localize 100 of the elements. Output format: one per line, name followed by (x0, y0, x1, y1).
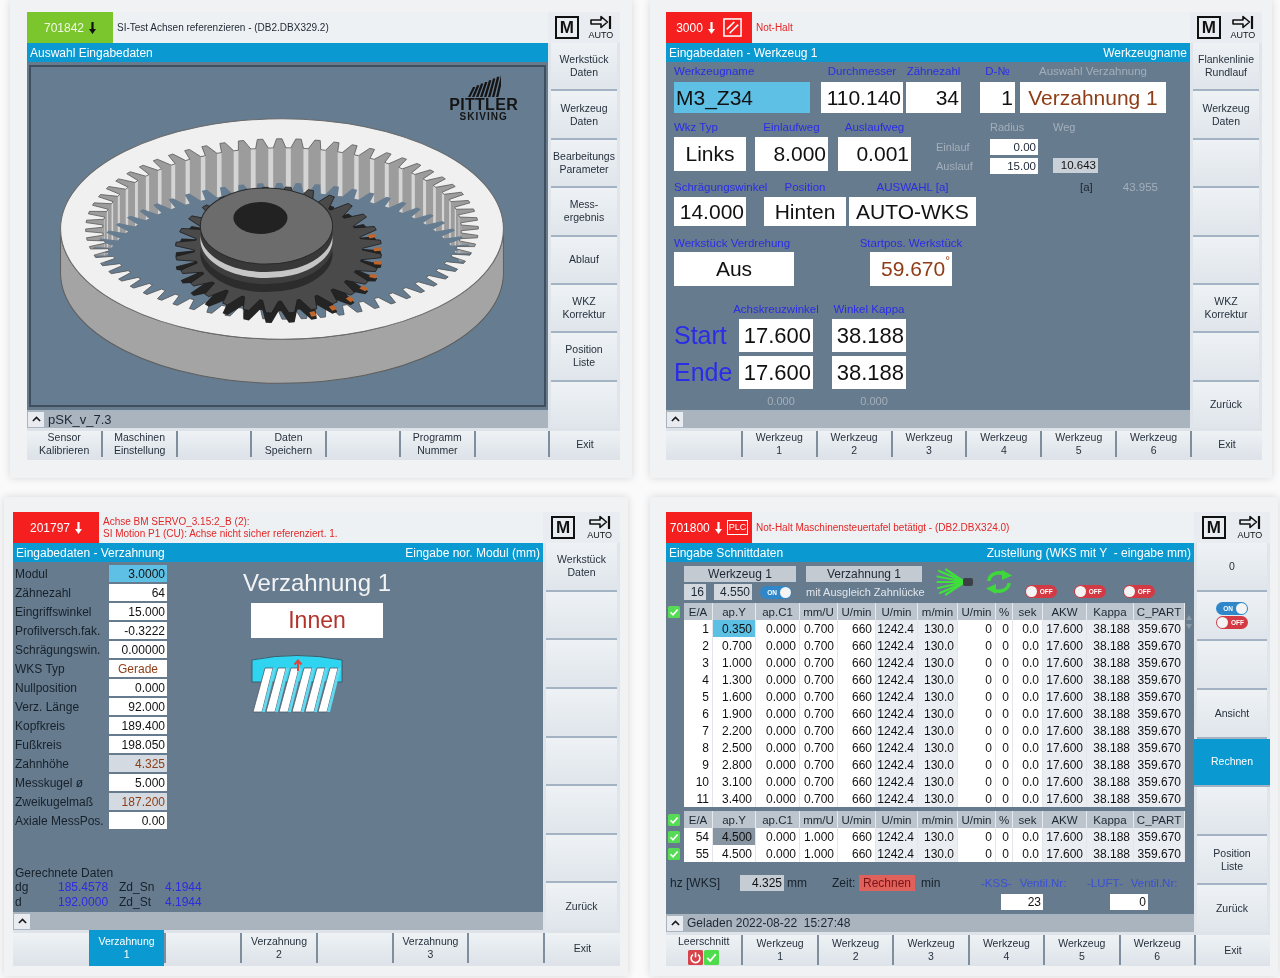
input-field[interactable]: 38.188 (832, 319, 906, 352)
input-field[interactable]: 198.050 (109, 736, 167, 753)
blank-softkey[interactable] (164, 933, 241, 963)
softkey[interactable]: Werkzeug 5 (1040, 431, 1116, 457)
softkey[interactable]: Leerschnitt (666, 935, 742, 965)
blank-softkey[interactable] (546, 786, 617, 835)
input-field[interactable]: 3.0000 (109, 565, 167, 582)
softkey[interactable]: Exit (1194, 935, 1270, 965)
softkey[interactable]: Werkzeug 4 (967, 935, 1044, 965)
input-field[interactable]: 0.00 (990, 138, 1038, 155)
scroll-arrows-icon[interactable] (1186, 615, 1192, 629)
input-field[interactable]: 0.00 (109, 812, 167, 829)
input-field[interactable]: -0.3222 (109, 622, 167, 639)
softkey[interactable]: Werkzeug 2 (816, 935, 893, 965)
input-field[interactable]: AUTO-WKS (849, 197, 976, 226)
input-field[interactable]: 23 (1001, 894, 1043, 910)
field-label: Schrägungswinkel (674, 180, 768, 194)
blank-softkey[interactable] (1193, 188, 1259, 237)
input-field[interactable]: 92.000 (109, 698, 167, 715)
softkey[interactable]: Flankenlinie Rundlauf (1193, 43, 1259, 92)
blank-softkey[interactable] (546, 591, 617, 641)
softkey[interactable]: Verzahnung 2 (240, 933, 316, 963)
input-field[interactable]: 0.000 (109, 679, 167, 696)
input-field[interactable]: Hinten (764, 197, 846, 226)
softkey[interactable]: Werkzeug 3 (892, 935, 968, 965)
input-field[interactable]: M3_Z34 (674, 82, 810, 113)
softkey[interactable]: Bearbeitungs Parameter (551, 139, 617, 189)
input-field[interactable]: 38.188 (832, 356, 906, 389)
input-field[interactable]: 0.00000 (109, 641, 167, 658)
input-field[interactable]: 14.000 (674, 197, 746, 226)
blank-softkey[interactable] (546, 737, 617, 787)
blank-softkey[interactable] (1197, 787, 1267, 837)
checkbox[interactable] (668, 830, 680, 843)
blank-softkey[interactable] (1193, 333, 1259, 382)
softkey[interactable]: Werkzeug 1 (741, 935, 817, 965)
input-field[interactable]: 17.600 (739, 356, 813, 389)
blank-softkey[interactable] (546, 834, 617, 884)
input-field[interactable]: 0 (1110, 894, 1148, 910)
softkey[interactable]: Verzahnung 3 (391, 933, 468, 963)
input-field[interactable]: 5.000 (109, 774, 167, 791)
expand-button[interactable] (667, 915, 683, 931)
softkey[interactable]: Exit (548, 431, 620, 457)
input-field[interactable]: 34 (906, 82, 961, 113)
blank-softkey[interactable] (546, 688, 617, 738)
blank-softkey[interactable] (473, 431, 548, 457)
softkey[interactable]: Programm Nummer (399, 431, 474, 457)
softkey[interactable]: Maschinen Einstellung (101, 431, 176, 457)
checkbox[interactable] (668, 847, 680, 860)
input-field[interactable]: 1 (980, 82, 1015, 113)
softkey[interactable]: WKZ Korrektur (551, 284, 617, 334)
softkey[interactable]: Werkzeug 3 (890, 431, 966, 457)
input-field[interactable]: 17.600 (739, 319, 813, 352)
blank-softkey[interactable] (315, 933, 392, 963)
softkey[interactable]: Position Liste (1197, 836, 1267, 886)
softkey[interactable]: Werkzeug 6 (1118, 935, 1194, 965)
input-field[interactable]: Links (674, 137, 746, 171)
expand-button[interactable] (28, 411, 44, 427)
softkey[interactable]: Werkzeug 2 (815, 431, 891, 457)
softkey[interactable]: Werkzeug 1 (740, 431, 816, 457)
checkbox[interactable] (668, 605, 680, 618)
softkey[interactable]: WKZ Korrektur (1193, 284, 1259, 334)
softkey[interactable]: Werkstück Daten (546, 543, 617, 592)
input-field[interactable]: 15.00 (990, 157, 1038, 174)
input-field[interactable]: 0.001 (838, 137, 911, 171)
blank-softkey[interactable] (546, 640, 617, 689)
select-field[interactable]: Gerade (109, 660, 167, 677)
softkey[interactable]: Werkzeug 5 (1043, 935, 1119, 965)
expand-button[interactable] (667, 411, 683, 427)
softkey[interactable]: Werkzeug Daten (551, 91, 617, 140)
input-field[interactable]: 64 (109, 584, 167, 601)
blank-softkey[interactable] (1193, 236, 1259, 285)
blank-softkey[interactable] (324, 431, 400, 457)
softkey[interactable]: Exit (1190, 431, 1262, 457)
input-field[interactable]: 110.140 (821, 82, 903, 113)
input-field[interactable]: 15.000 (109, 603, 167, 620)
softkey[interactable]: Daten Speichern (250, 431, 325, 457)
softkey[interactable]: Position Liste (551, 333, 617, 382)
softkey[interactable]: Ansicht (1197, 689, 1267, 739)
softkey[interactable]: 0 (1197, 543, 1267, 592)
blank-softkey[interactable] (175, 431, 251, 457)
softkey[interactable]: Mess- ergebnis (551, 188, 617, 237)
blank-softkey[interactable] (467, 933, 543, 963)
table-cell: 0 (958, 637, 996, 654)
softkey[interactable]: Werkzeug 4 (965, 431, 1041, 457)
input-field[interactable]: 8.000 (755, 137, 828, 171)
softkey[interactable]: Sensor Kalibrieren (27, 431, 102, 457)
refresh-icon[interactable] (983, 569, 1014, 595)
softkey[interactable]: Werkzeug Daten (1193, 91, 1259, 140)
select-field[interactable]: 59.670$^{°}$ (870, 252, 952, 286)
softkey[interactable]: Ablauf (551, 236, 617, 285)
blank-softkey[interactable] (1197, 640, 1267, 690)
blank-softkey[interactable] (1193, 139, 1259, 189)
input-field[interactable]: 189.400 (109, 717, 167, 734)
expand-button[interactable] (14, 913, 30, 929)
checkbox[interactable] (668, 813, 680, 826)
softkey[interactable]: Werkstück Daten (551, 43, 617, 92)
softkey[interactable]: Werkzeug 6 (1115, 431, 1190, 457)
softkey[interactable]: Exit (543, 933, 620, 963)
gearing-type-field[interactable]: Innen (251, 603, 383, 638)
input-field[interactable]: Aus (674, 252, 794, 286)
